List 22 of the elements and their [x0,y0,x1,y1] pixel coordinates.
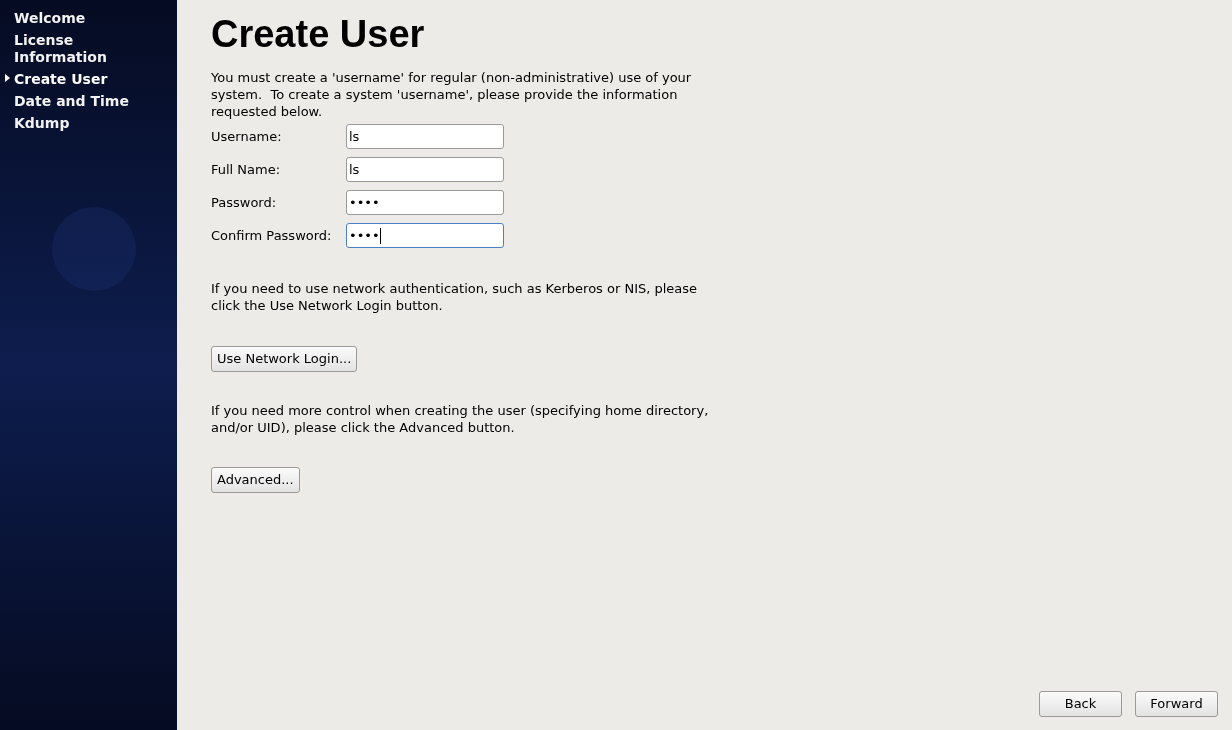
nav-button[interactable]: Forward [1135,691,1218,717]
field-label: Confirm Password: [211,226,333,245]
advanced-button[interactable]: Advanced... [211,467,300,493]
nav-button[interactable]: Back [1039,691,1122,717]
input-field[interactable]: •••• [346,223,504,248]
intro-text: You must create a 'username' for regular (non-administrative) use of your system. To create a system 'username', please provide the information requested below. [211,69,693,120]
field-label: Password: [211,193,278,212]
sidebar-item: Kdump [14,115,71,132]
sidebar-item: Create User [14,71,109,88]
text-cursor [379,227,381,244]
input-field[interactable]: ls [346,124,504,149]
input-field[interactable]: ls [346,157,504,182]
sidebar-item: License Information [14,32,108,66]
field-label: Username: [211,127,283,146]
sidebar-item: Welcome [14,10,87,27]
input-field[interactable]: •••• [346,190,504,215]
field-label: Full Name: [211,160,282,179]
sidebar-item: Date and Time [14,93,130,110]
network-text: If you need to use network authentication, such as Kerberos or NIS, please click the Use Network Login button. [211,280,699,314]
network-login-button[interactable]: Use Network Login... [211,346,358,372]
page-title: Create User [211,13,426,55]
advanced-text: If you need more control when creating the user (specifying home directory, and/or UID), please click the Advanced button. [211,402,710,436]
